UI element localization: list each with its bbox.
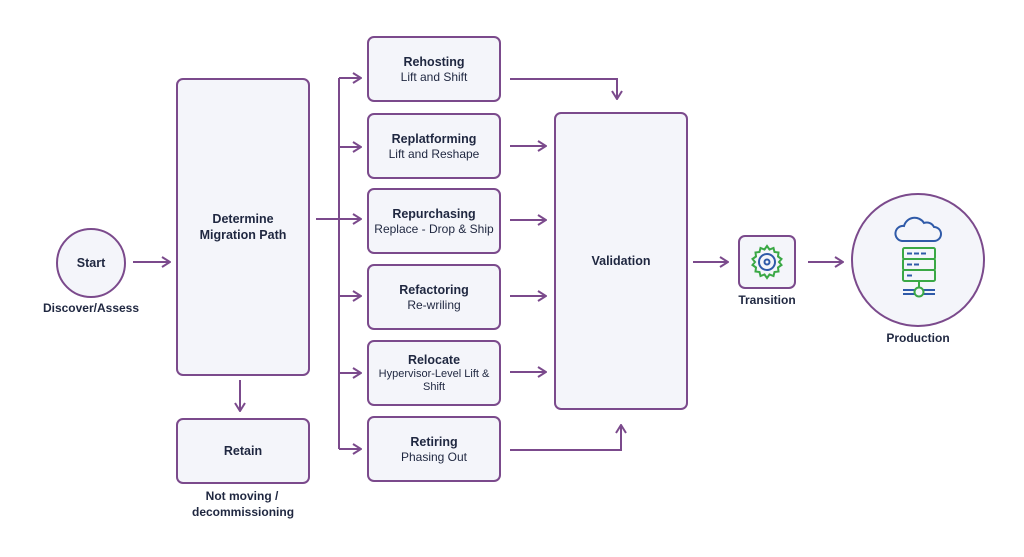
arrow-retiring-to-validation [510,425,621,451]
gear-icon [751,244,783,280]
validation-title: Validation [591,254,651,268]
strategy-subtitle: Lift and Reshape [388,146,480,161]
determine-migration-path-box: Determine Migration Path [176,78,310,376]
server-icon [902,247,936,298]
start-title: Start [76,256,106,270]
strategy-box-replatforming: Replatforming Lift and Reshape [367,113,501,179]
strategy-box-rehosting: Rehosting Lift and Shift [367,36,501,102]
start-node: Start [56,228,126,298]
strategy-title: Replatforming [391,131,477,146]
strategy-subtitle: Lift and Shift [400,69,468,84]
strategy-title: Refactoring [399,282,469,297]
retain-caption: Not moving / decommissioning [192,489,295,519]
strategy-box-repurchasing: Repurchasing Replace - Drop & Ship [367,188,501,254]
start-caption: Discover/Assess [42,301,140,315]
retain-box: Retain [176,418,310,484]
cloud-icon [894,216,942,242]
production-icons [894,216,942,298]
transition-caption: Transition [738,293,796,307]
strategy-title: Retiring [410,434,458,449]
strategy-box-relocate: Relocate Hypervisor-Level Lift & Shift [367,340,501,406]
strategy-title: Relocate [407,353,461,367]
validation-box: Validation [554,112,688,410]
strategy-subtitle: Phasing Out [400,449,468,464]
arrow-rehosting-to-validation [510,78,617,99]
transition-box [738,235,796,289]
strategy-subtitle: Hypervisor-Level Lift & Shift [378,368,490,393]
strategy-title: Repurchasing [392,206,476,221]
strategy-box-retiring: Retiring Phasing Out [367,416,501,482]
strategy-title: Rehosting [403,54,465,69]
determine-title: Determine Migration Path [199,212,287,242]
strategy-subtitle: Replace - Drop & Ship [374,221,494,236]
strategy-box-refactoring: Refactoring Re-wriling [367,264,501,330]
production-node [851,193,985,327]
retain-title: Retain [223,444,263,458]
strategy-subtitle: Re-wriling [407,297,461,312]
production-caption: Production [886,331,950,345]
